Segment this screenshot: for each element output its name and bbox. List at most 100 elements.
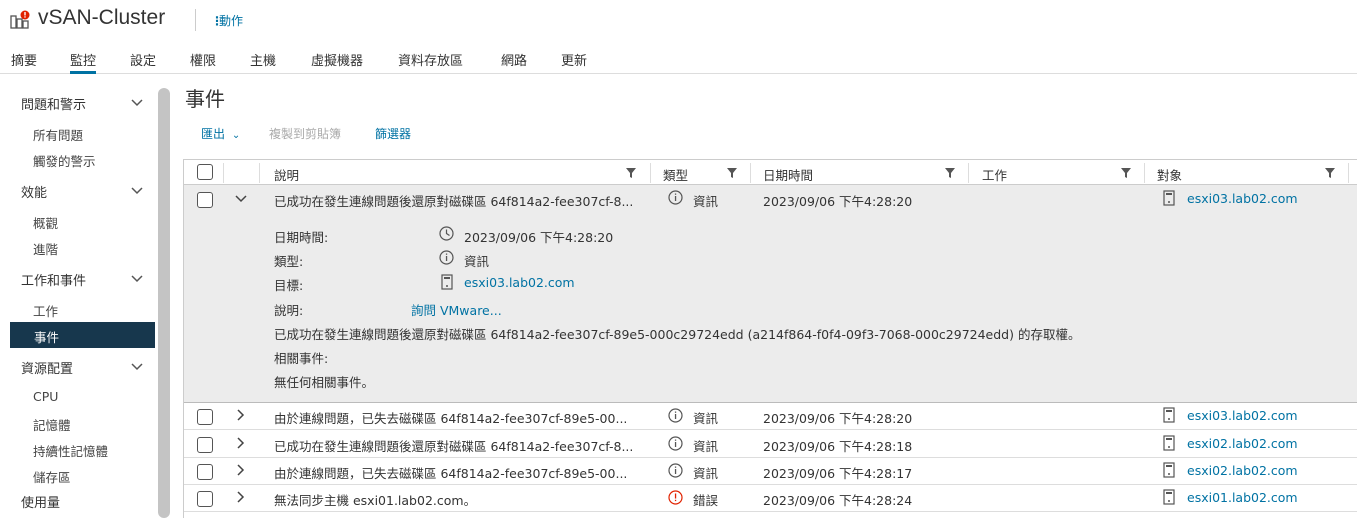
sidebar-group-tasks-events[interactable]: 工作和事件 (21, 270, 86, 289)
row-checkbox[interactable] (197, 437, 213, 453)
column-separator (968, 163, 969, 183)
sidebar-item-tasks[interactable]: 工作 (33, 301, 58, 320)
event-datetime: 2023/09/06 下午4:28:24 (763, 493, 913, 508)
sidebar: 問題和警示 所有問題 觸發的警示 效能 概觀 進階 工作和事件 工作 事件 資源… (0, 74, 172, 518)
tab-networks[interactable]: 網路 (501, 50, 527, 74)
chevron-down-icon[interactable] (235, 193, 247, 205)
sidebar-item-storage[interactable]: 儲存區 (33, 467, 71, 486)
sidebar-item-overview[interactable]: 概觀 (33, 213, 58, 232)
filter-icon[interactable] (945, 168, 955, 178)
column-header-datetime[interactable]: 日期時間 (763, 165, 813, 184)
chevron-right-icon[interactable] (235, 409, 247, 421)
header: vSAN-Cluster ⋮動作 (0, 0, 1357, 40)
row-checkbox[interactable] (197, 464, 213, 480)
event-type: 資訊 (693, 194, 719, 209)
sidebar-group-performance[interactable]: 效能 (21, 182, 47, 201)
section-title: 事件 (185, 87, 225, 111)
tab-updates[interactable]: 更新 (561, 50, 587, 74)
host-icon (441, 274, 453, 290)
table-row[interactable]: 由於連線問題，已失去磁碟區 64f814a2-fee307cf-89e5-00.… (184, 403, 1357, 430)
chevron-right-icon[interactable] (235, 464, 247, 476)
event-target-link[interactable]: esxi03.lab02.com (1187, 408, 1298, 423)
tab-datastores[interactable]: 資料存放區 (398, 50, 463, 74)
sidebar-item-events[interactable]: 事件 (10, 322, 155, 348)
table-row[interactable]: 由於連線問題，已失去磁碟區 64f814a2-fee307cf-89e5-00.… (184, 458, 1357, 485)
copy-to-clipboard-button[interactable]: 複製到剪貼簿 (269, 125, 341, 142)
chevron-down-icon[interactable] (130, 184, 144, 198)
sidebar-group-issues[interactable]: 問題和警示 (21, 94, 86, 113)
table-row[interactable]: 已成功在發生連線問題後還原對磁碟區 64f814a2-fee307cf-8...… (184, 431, 1357, 458)
events-grid: 說明 類型 日期時間 工作 對象 已成功在發生連線問題後還原對磁碟區 64f81… (183, 159, 1357, 518)
sidebar-item-all-issues[interactable]: 所有問題 (33, 125, 83, 144)
column-header-task[interactable]: 工作 (982, 165, 1007, 184)
sidebar-item-memory[interactable]: 記憶體 (33, 415, 71, 434)
chevron-down-icon[interactable] (130, 360, 144, 374)
event-description: 由於連線問題，已失去磁碟區 64f814a2-fee307cf-89e5-00.… (274, 411, 628, 426)
tab-configure[interactable]: 設定 (130, 50, 156, 74)
event-type: 資訊 (693, 466, 719, 481)
tab-vms[interactable]: 虛擬機器 (311, 50, 363, 74)
row-checkbox[interactable] (197, 192, 213, 208)
filter-icon[interactable] (626, 168, 636, 178)
detail-target-link[interactable]: esxi03.lab02.com (464, 275, 575, 290)
error-icon (668, 490, 683, 505)
tab-monitor[interactable]: 監控 (70, 50, 97, 74)
chevron-down-icon[interactable] (130, 96, 144, 110)
sidebar-scrollbar[interactable] (158, 88, 170, 518)
chevron-down-icon[interactable] (130, 272, 144, 286)
grid-header: 說明 類型 日期時間 工作 對象 (184, 160, 1357, 185)
column-header-description[interactable]: 說明 (274, 165, 299, 184)
filter-icon[interactable] (1121, 168, 1131, 178)
column-separator (223, 163, 224, 183)
chevron-right-icon[interactable] (235, 491, 247, 503)
host-icon (1163, 489, 1175, 505)
expanded-event-row[interactable]: 已成功在發生連線問題後還原對磁碟區 64f814a2-fee307cf-8...… (184, 185, 1357, 403)
detail-related-value: 無任何相關事件。 (274, 375, 375, 390)
event-description: 無法同步主機 esxi01.lab02.com。 (274, 493, 477, 508)
row-checkbox[interactable] (197, 491, 213, 507)
detail-related-label: 相關事件: (274, 351, 329, 366)
column-separator (1144, 163, 1145, 183)
sidebar-group-utilization[interactable]: 使用量 (21, 492, 60, 511)
detail-datetime-label: 日期時間: (274, 230, 329, 245)
chevron-right-icon[interactable] (235, 437, 247, 449)
sidebar-item-advanced[interactable]: 進階 (33, 239, 58, 258)
filter-icon[interactable] (1325, 168, 1335, 178)
sidebar-item-cpu[interactable]: CPU (33, 389, 58, 404)
tab-permissions[interactable]: 權限 (190, 50, 216, 74)
ask-vmware-link[interactable]: 詢問 VMware... (411, 300, 502, 319)
actions-menu-button[interactable]: ⋮動作 (211, 12, 243, 29)
event-target-link[interactable]: esxi01.lab02.com (1187, 490, 1298, 505)
sidebar-group-resource-allocation[interactable]: 資源配置 (21, 358, 73, 377)
column-separator (650, 163, 651, 183)
detail-datetime-value: 2023/09/06 下午4:28:20 (464, 230, 614, 245)
event-datetime: 2023/09/06 下午4:28:17 (763, 466, 913, 481)
host-icon (1163, 435, 1175, 451)
table-row[interactable]: 無法同步主機 esxi01.lab02.com。 錯誤 2023/09/06 下… (184, 485, 1357, 512)
sidebar-item-triggered-alarms[interactable]: 觸發的警示 (33, 151, 96, 170)
filter-button[interactable]: 篩選器 (375, 125, 411, 142)
column-header-type[interactable]: 類型 (663, 165, 688, 184)
tab-hosts[interactable]: 主機 (250, 50, 276, 74)
event-type: 資訊 (693, 411, 719, 426)
sidebar-item-persistent-memory[interactable]: 持續性記憶體 (33, 441, 108, 460)
page-title: vSAN-Cluster (38, 6, 166, 29)
export-button[interactable]: 匯出 ⌄ (201, 125, 240, 142)
column-separator (750, 163, 751, 183)
host-icon (1163, 407, 1175, 423)
row-checkbox[interactable] (197, 409, 213, 425)
tab-bar: 摘要 監控 設定 權限 主機 虛擬機器 資料存放區 網路 更新 (0, 44, 1357, 74)
event-target-link[interactable]: esxi02.lab02.com (1187, 436, 1298, 451)
filter-icon[interactable] (727, 168, 737, 178)
event-target-link[interactable]: esxi03.lab02.com (1187, 191, 1298, 206)
select-all-checkbox[interactable] (197, 164, 213, 180)
host-icon (1163, 462, 1175, 478)
sidebar-item-label: 事件 (34, 330, 60, 345)
event-type: 錯誤 (693, 493, 719, 508)
event-target-link[interactable]: esxi02.lab02.com (1187, 463, 1298, 478)
detail-description-label: 說明: (274, 303, 304, 318)
tab-summary[interactable]: 摘要 (11, 50, 37, 74)
clock-icon (439, 226, 454, 241)
column-header-target[interactable]: 對象 (1157, 165, 1182, 184)
title-divider (195, 9, 196, 31)
